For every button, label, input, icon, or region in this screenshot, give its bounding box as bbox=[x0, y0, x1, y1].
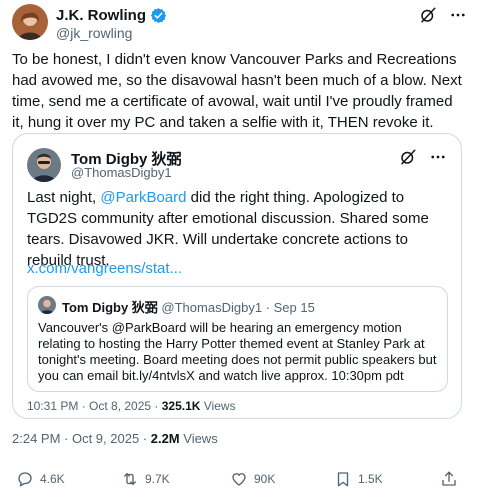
author-handle[interactable]: @jk_rowling bbox=[56, 25, 132, 41]
repost-count: 9.7K bbox=[145, 472, 170, 486]
quoted-url-link[interactable]: x.com/vangreens/stat... bbox=[27, 260, 182, 277]
like-icon bbox=[230, 470, 248, 488]
reply-button[interactable]: 4.6K bbox=[16, 470, 65, 488]
engagement-bar: 4.6K 9.7K 90K 1.5K bbox=[12, 470, 462, 492]
tweet-timestamp[interactable]: 2:24 PM · Oct 9, 2025 · bbox=[12, 431, 151, 446]
like-count: 90K bbox=[254, 472, 276, 486]
quoted-author-handle[interactable]: @ThomasDigby1 bbox=[71, 165, 172, 180]
nested-author-name[interactable]: Tom Digby 狄弼 bbox=[62, 300, 158, 315]
author-name[interactable]: J.K. Rowling bbox=[56, 7, 146, 24]
tweet-views-count: 2.2M bbox=[150, 431, 180, 446]
grok-icon[interactable] bbox=[419, 6, 437, 24]
repost-button[interactable]: 9.7K bbox=[121, 470, 170, 488]
header-actions bbox=[419, 6, 467, 24]
grok-icon[interactable] bbox=[399, 148, 417, 166]
nested-tweet-text: Vancouver's @ParkBoard will be hearing a… bbox=[38, 320, 437, 383]
tweet-views-label: Views bbox=[179, 431, 218, 446]
nested-header: Tom Digby 狄弼 @ThomasDigby1 · Sep 15 bbox=[62, 297, 315, 316]
like-button[interactable]: 90K bbox=[230, 470, 275, 488]
tweet-text: To be honest, I didn't even know Vancouv… bbox=[12, 51, 462, 131]
nested-author-avatar[interactable] bbox=[38, 296, 56, 314]
author-avatar[interactable] bbox=[12, 4, 48, 40]
more-icon[interactable] bbox=[429, 148, 447, 166]
quoted-text-before: Last night, bbox=[27, 189, 101, 206]
bookmark-button[interactable]: 1.5K bbox=[334, 470, 383, 488]
quoted-meta: 10:31 PM · Oct 8, 2025 · 325.1K Views bbox=[27, 399, 236, 413]
quoted-actions bbox=[399, 148, 447, 166]
quoted-tweet-card[interactable]: Tom Digby 狄弼 @ThomasDigby1 Last night, @… bbox=[12, 133, 462, 419]
quoted-tweet-text: Last night, @ParkBoard did the right thi… bbox=[27, 187, 447, 271]
bookmark-icon bbox=[334, 470, 352, 488]
tweet-meta: 2:24 PM · Oct 9, 2025 · 2.2M Views bbox=[12, 431, 218, 446]
nested-quoted-tweet-card[interactable]: Tom Digby 狄弼 @ThomasDigby1 · Sep 15 Vanc… bbox=[27, 286, 448, 392]
nested-handle-date[interactable]: @ThomasDigby1 · Sep 15 bbox=[158, 300, 314, 315]
share-icon bbox=[440, 470, 458, 488]
parkboard-mention-link[interactable]: @ParkBoard bbox=[100, 189, 186, 206]
quoted-timestamp[interactable]: 10:31 PM · Oct 8, 2025 · bbox=[27, 399, 162, 413]
quoted-views-count: 325.1K bbox=[161, 399, 201, 413]
share-button[interactable] bbox=[440, 470, 458, 488]
repost-icon bbox=[121, 470, 139, 488]
author-name-row[interactable]: J.K. Rowling bbox=[56, 7, 167, 24]
tweet-header: J.K. Rowling @jk_rowling bbox=[12, 4, 467, 44]
reply-icon bbox=[16, 470, 34, 488]
bookmark-count: 1.5K bbox=[358, 472, 383, 486]
reply-count: 4.6K bbox=[40, 472, 65, 486]
quoted-views-label: Views bbox=[200, 399, 236, 413]
more-icon[interactable] bbox=[449, 6, 467, 24]
verified-badge-icon bbox=[150, 7, 167, 24]
quoted-author-avatar[interactable] bbox=[27, 148, 61, 182]
